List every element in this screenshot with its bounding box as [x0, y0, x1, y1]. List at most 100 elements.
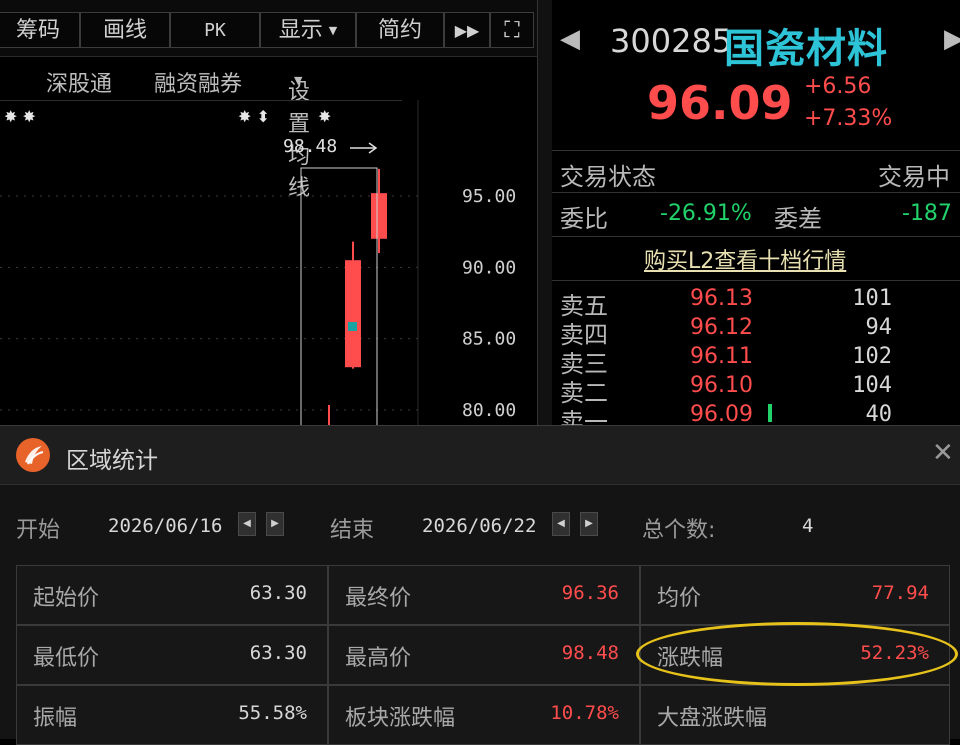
stat-cell: 板块涨跌幅 10.78%	[328, 685, 640, 745]
stat-cell: 最终价 96.36	[328, 565, 640, 625]
stat-label: 最终价	[345, 586, 412, 611]
play-forward-icon[interactable]: ▶▶	[444, 12, 490, 48]
order-price: 96.11	[690, 344, 753, 369]
divider	[552, 192, 960, 193]
weibi-value: -26.91%	[660, 201, 752, 226]
divider	[552, 280, 960, 281]
divider	[552, 150, 960, 151]
order-price: 96.09	[690, 402, 753, 427]
hk-connect-link[interactable]: 深股通	[46, 66, 112, 98]
y-tick-label: 80.00	[462, 400, 516, 421]
draw-line-button[interactable]: 画线	[80, 12, 170, 48]
stat-label: 大盘涨跌幅	[657, 706, 768, 731]
stat-cell: 起始价 63.30	[16, 565, 328, 625]
weibi-label: 委比	[560, 205, 608, 233]
stat-value: 10.78%	[550, 702, 619, 724]
stat-cell: 振幅 55.58%	[16, 685, 328, 745]
chips-button[interactable]: 筹码	[0, 12, 80, 48]
close-icon[interactable]: ✕	[932, 438, 954, 468]
volume-change-bar	[768, 404, 772, 422]
order-price: 96.12	[690, 315, 753, 340]
buy-l2-link[interactable]: 购买L2查看十档行情	[644, 243, 846, 275]
last-price: 96.09	[647, 76, 793, 130]
count-value: 4	[802, 515, 814, 537]
weicha-label: 委差	[774, 205, 822, 233]
stat-value: 63.30	[249, 642, 307, 664]
margin-trading-link[interactable]: 融资融券	[154, 66, 242, 98]
y-tick-label: 85.00	[462, 329, 516, 350]
order-row: 卖二 96.10 104	[552, 373, 960, 407]
stat-label: 最低价	[33, 646, 100, 671]
stock-code: 300285	[610, 22, 733, 60]
stat-value: 63.30	[249, 582, 307, 604]
start-next-icon[interactable]: ▶	[266, 512, 284, 536]
pk-button[interactable]: PK	[170, 12, 260, 48]
event-markers-right[interactable]: ✸ ⬍	[238, 107, 270, 126]
start-label: 开始	[16, 518, 61, 543]
stat-label: 振幅	[33, 706, 78, 731]
stat-label: 最高价	[345, 646, 412, 671]
start-date[interactable]: 2026/06/16	[108, 515, 222, 537]
prev-stock-icon[interactable]: ◀	[560, 24, 580, 54]
order-volume: 102	[852, 344, 892, 369]
panel-splitter[interactable]	[537, 0, 553, 425]
count-label: 总个数:	[642, 518, 716, 543]
high-price-label: 98.48	[283, 136, 337, 157]
order-volume: 101	[852, 286, 892, 311]
stat-value: 55.58%	[238, 702, 307, 724]
stat-value: 96.36	[561, 582, 619, 604]
order-volume: 104	[852, 373, 892, 398]
price-change-pct: +7.33%	[804, 106, 893, 131]
fullscreen-icon[interactable]: ⛶	[490, 12, 534, 48]
price-change: +6.56	[804, 74, 872, 99]
caret-down-icon: ▼	[294, 74, 303, 87]
order-volume: 40	[865, 402, 893, 427]
event-markers-left[interactable]: ✸ ✸	[4, 107, 36, 126]
display-dropdown[interactable]: 显示 ▼	[260, 12, 356, 48]
dialog-titlebar[interactable]: 区域统计 ✕	[0, 426, 960, 485]
stat-cell: 均价 77.94	[640, 565, 950, 625]
order-price: 96.10	[690, 373, 753, 398]
trade-status-value: 交易中	[878, 163, 950, 191]
stat-value: 98.48	[561, 642, 619, 664]
range-selection-box[interactable]	[300, 167, 378, 439]
end-next-icon[interactable]: ▶	[580, 512, 598, 536]
stat-label: 起始价	[33, 586, 100, 611]
trade-status-label: 交易状态	[560, 163, 656, 191]
stat-cell: 最低价 63.30	[16, 625, 328, 685]
kline-svg: 98.48 ✸ ✸ ✸ ⬍ ✸ 95.00 90.00 85.00 80.00	[0, 100, 516, 439]
highlight-ellipse	[636, 622, 958, 686]
order-row: 卖三 96.11 102	[552, 344, 960, 378]
next-stock-icon[interactable]: ▶	[944, 24, 960, 54]
stat-label: 板块涨跌幅	[345, 706, 456, 731]
end-label: 结束	[330, 518, 375, 543]
candle-body[interactable]	[345, 260, 361, 368]
candle-body[interactable]	[371, 193, 387, 239]
simple-button[interactable]: 简约	[356, 12, 444, 48]
y-tick-label: 90.00	[462, 257, 516, 278]
stat-label: 均价	[657, 586, 702, 611]
order-row: 卖五 96.13 101	[552, 286, 960, 320]
end-date[interactable]: 2026/06/22	[422, 515, 536, 537]
app-logo-icon	[16, 438, 50, 472]
y-tick-label: 95.00	[462, 186, 516, 207]
chart-toolbar: 筹码 画线 PK 显示 ▼ 简约 ▶▶ ⛶	[0, 0, 540, 57]
order-row: 卖四 96.12 94	[552, 315, 960, 349]
stat-value: 77.94	[871, 582, 929, 604]
chart-submenu: 深股通 融资融券 设置均线 ▼	[0, 58, 420, 201]
end-prev-icon[interactable]: ◀	[552, 512, 570, 536]
divider	[552, 236, 960, 237]
stock-name: 国瓷材料	[724, 26, 888, 72]
order-volume: 94	[865, 315, 893, 340]
weicha-value: -187	[902, 201, 952, 226]
stat-cell: 最高价 98.48	[328, 625, 640, 685]
dialog-title: 区域统计	[66, 448, 158, 474]
cost-marker	[348, 322, 357, 331]
event-marker-single[interactable]: ✸	[318, 107, 331, 126]
start-prev-icon[interactable]: ◀	[238, 512, 256, 536]
order-price: 96.13	[690, 286, 753, 311]
kline-chart[interactable]: 98.48 ✸ ✸ ✸ ⬍ ✸ 95.00 90.00 85.00 80.00	[0, 100, 540, 439]
quote-panel: ◀ 300285 国瓷材料 ▶ 96.09 +6.56 +7.33% 交易状态 …	[552, 0, 960, 436]
stat-cell: 大盘涨跌幅	[640, 685, 950, 745]
caret-down-icon: ▼	[328, 24, 338, 37]
